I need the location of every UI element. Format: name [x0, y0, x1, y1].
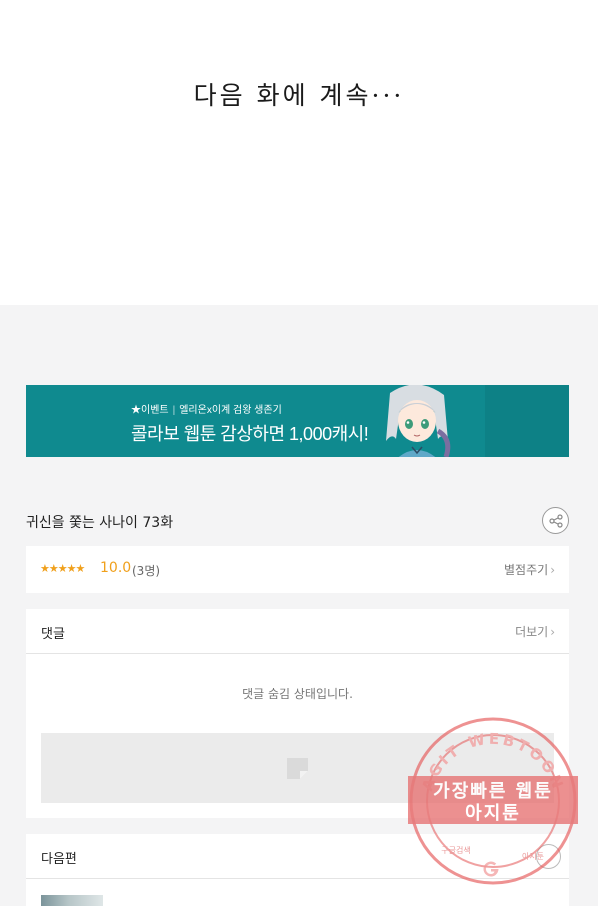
to-be-continued-text: 다음 화에 계속··· — [193, 81, 405, 110]
banner-subtitle: ★이벤트 | 엘리온x이계 검왕 생존기 — [131, 405, 282, 416]
rating-card: ★★★★★ 10.0 (3명) 별점주기 › — [26, 546, 569, 593]
rating-count: (3명) — [132, 564, 161, 578]
next-episode-button[interactable] — [536, 844, 561, 869]
comic-last-panel: 다음 화에 계속··· — [0, 0, 598, 305]
banner-character-illustration — [386, 385, 451, 457]
banner-event-tag: ★이벤트 — [131, 405, 169, 416]
banner-stripe — [485, 385, 569, 457]
chevron-right-icon: › — [550, 625, 555, 639]
rating-score: 10.0 — [100, 560, 132, 576]
episode-title: 귀신을 쫓는 사나이 73화 — [26, 515, 174, 531]
event-banner[interactable]: ★이벤트 | 엘리온x이계 검왕 생존기 콜라보 웹툰 감상하면 1,000캐시! — [26, 385, 569, 457]
comments-more-label: 더보기 — [515, 625, 549, 639]
episode-title-row: 귀신을 쫓는 사나이 73화 — [26, 507, 569, 535]
next-episode-header: 다음편 — [26, 834, 569, 879]
placeholder-icon — [287, 758, 308, 779]
ad-placeholder — [41, 733, 554, 803]
banner-event-desc: 엘리온x이계 검왕 생존기 — [179, 405, 282, 416]
comments-heading: 댓글 — [41, 627, 65, 642]
next-episode-thumbnail[interactable] — [41, 895, 103, 906]
share-icon — [549, 514, 563, 528]
banner-headline: 콜라보 웹툰 감상하면 1,000캐시! — [131, 424, 369, 444]
next-episode-heading: 다음편 — [41, 852, 77, 867]
comments-header: 댓글 더보기 › — [26, 609, 569, 654]
comments-more-button[interactable]: 더보기 › — [515, 623, 555, 640]
rate-button[interactable]: 별점주기 › — [504, 561, 555, 578]
next-episode-section: 다음편 — [26, 834, 569, 906]
comments-section: 댓글 더보기 › 댓글 숨김 상태입니다. — [26, 609, 569, 818]
share-button[interactable] — [542, 507, 569, 534]
rate-button-label: 별점주기 — [504, 563, 549, 577]
chevron-right-icon: › — [550, 563, 555, 577]
rating-stars: ★★★★★ — [40, 562, 85, 575]
comments-hidden-message: 댓글 숨김 상태입니다. — [242, 687, 353, 701]
